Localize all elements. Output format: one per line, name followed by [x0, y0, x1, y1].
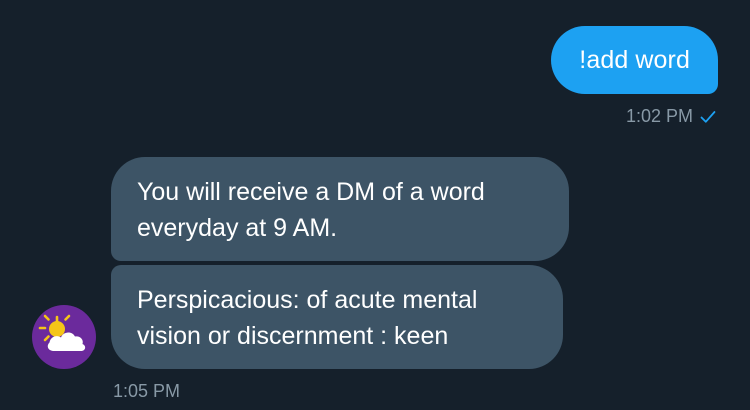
message-line: You will receive a DM of a word: [137, 178, 485, 206]
message-line: everyday at 9 AM.: [137, 214, 338, 242]
check-icon: [700, 110, 716, 123]
received-message-bubble[interactable]: You will receive a DM of a word everyday…: [111, 157, 569, 261]
received-message-bubble[interactable]: Perspicacious: of acute mental vision or…: [111, 265, 563, 369]
sender-avatar[interactable]: [32, 305, 96, 369]
sent-message-meta: 1:02 PM: [626, 106, 716, 127]
sent-message-bubble[interactable]: !add word: [551, 26, 718, 94]
received-message-time: 1:05 PM: [113, 381, 181, 401]
message-line: vision or discernment : keen: [137, 322, 449, 350]
dm-conversation: !add word 1:02 PM You will receive a DM …: [0, 0, 750, 410]
message-line: Perspicacious: of acute mental: [137, 286, 478, 314]
sent-message-text: !add word: [579, 45, 690, 74]
sent-message-time: 1:02 PM: [625, 106, 693, 126]
sun-behind-cloud-icon: [38, 314, 86, 351]
